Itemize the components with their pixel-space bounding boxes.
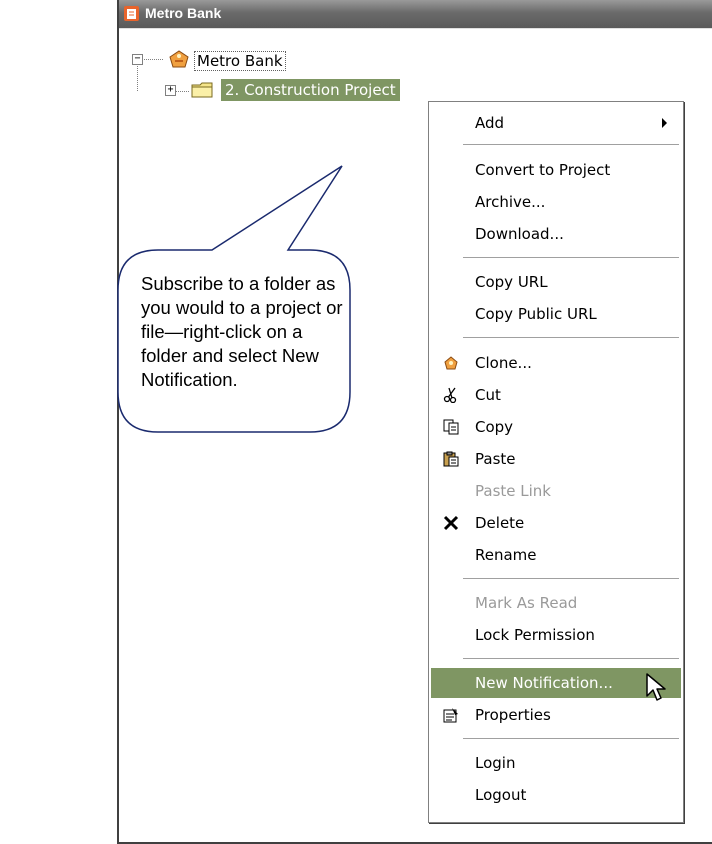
callout-text: Subscribe to a folder as you would to a … (141, 273, 343, 390)
mouse-pointer-icon (646, 673, 666, 701)
callout-bubble (117, 165, 351, 433)
